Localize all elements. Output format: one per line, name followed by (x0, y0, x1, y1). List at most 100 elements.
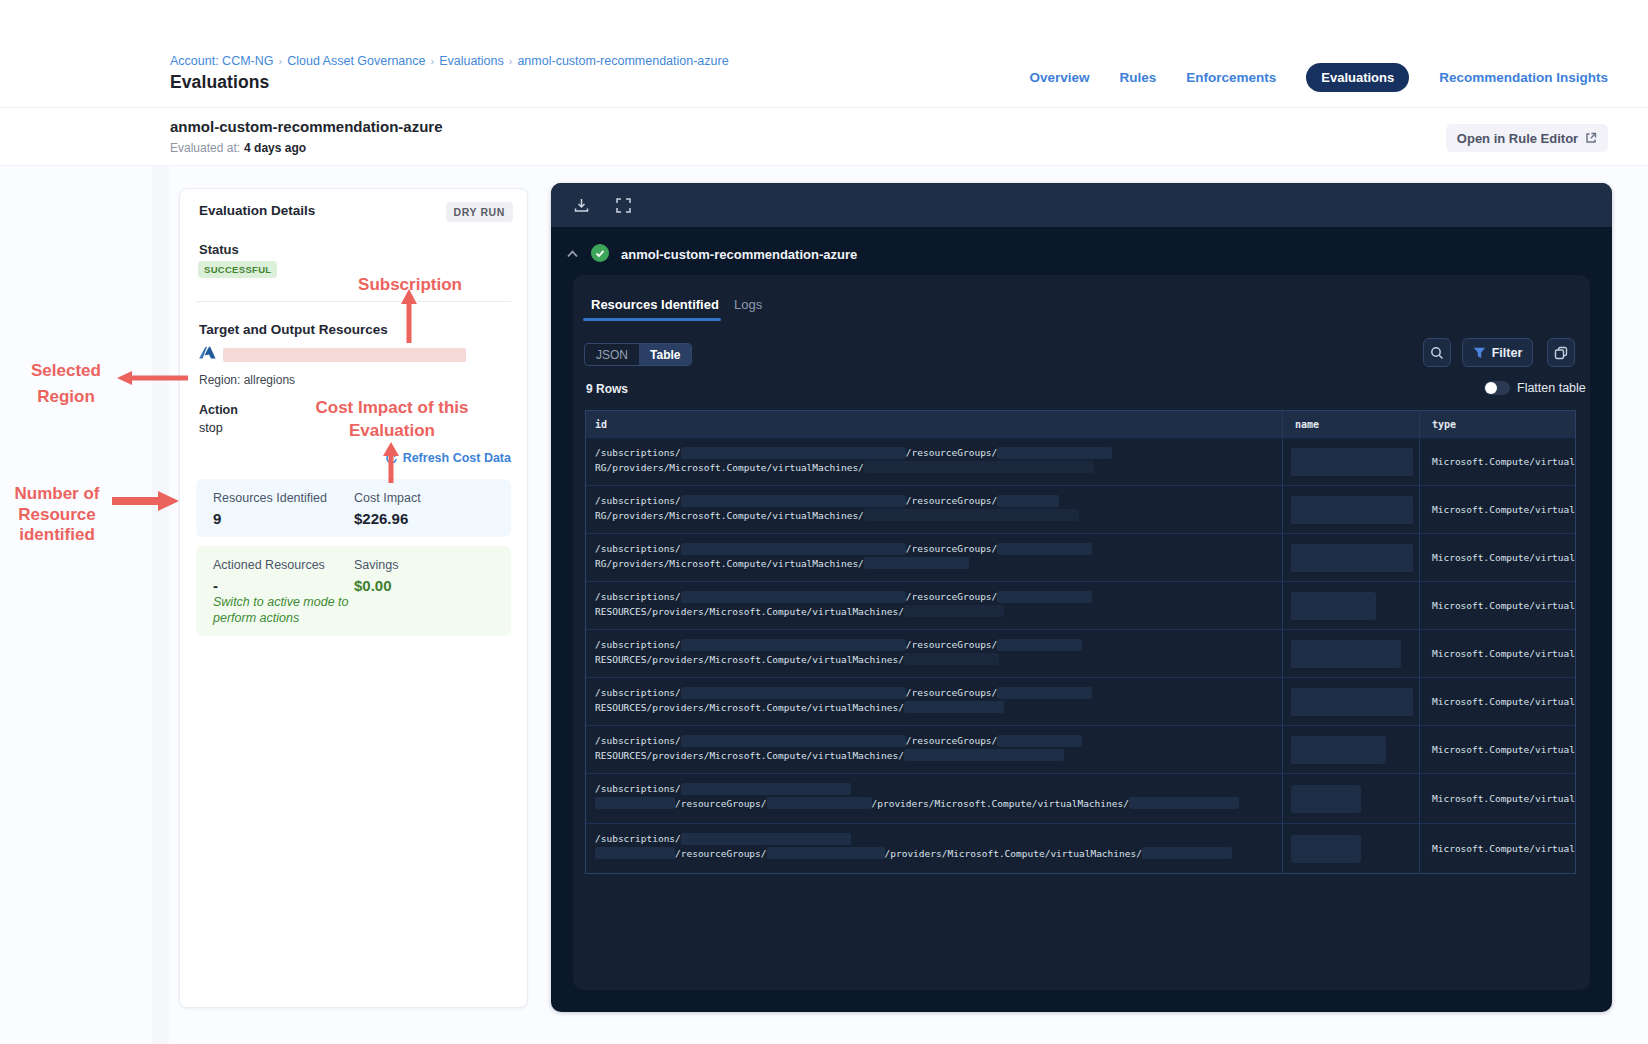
table-row[interactable]: /subscriptions//resourceGroups//provider… (586, 823, 1575, 873)
redacted-segment (904, 605, 1004, 617)
cell-type: Microsoft.Compute/virtualMachines (1419, 678, 1575, 725)
cost-impact-value: $226.96 (354, 510, 421, 527)
resources-identified-value: 9 (213, 510, 327, 527)
cell-name (1282, 582, 1419, 629)
column-header-name[interactable]: name (1282, 411, 1419, 437)
rows-count: 9 Rows (586, 382, 628, 396)
view-json-button[interactable]: JSON (585, 344, 639, 365)
redacted-name (1291, 736, 1386, 764)
download-icon[interactable] (573, 197, 590, 214)
open-rule-editor-button[interactable]: Open in Rule Editor (1446, 124, 1608, 152)
redacted-segment (681, 639, 906, 651)
redacted-segment (997, 591, 1092, 603)
nav-rules[interactable]: Rules (1119, 70, 1156, 85)
redacted-segment (904, 701, 1004, 713)
redacted-segment (595, 847, 675, 859)
flatten-table-toggle[interactable] (1484, 381, 1510, 395)
nav-overview[interactable]: Overview (1029, 70, 1089, 85)
external-link-icon (1585, 132, 1597, 144)
redacted-segment (1129, 797, 1239, 809)
active-mode-note: Switch to active mode toperform actions (213, 594, 348, 626)
results-panel: anmol-custom-recommendation-azure Resour… (551, 183, 1612, 1012)
nav-recommendation-insights[interactable]: Recommendation Insights (1439, 70, 1608, 85)
cell-type: Microsoft.Compute/virtualMachines (1419, 582, 1575, 629)
table-row[interactable]: /subscriptions//resourceGroups/RG/provid… (586, 533, 1575, 581)
search-button[interactable] (1423, 338, 1451, 367)
selected-region-arrow (116, 368, 190, 388)
collapse-chevron-icon[interactable] (566, 249, 579, 259)
redacted-name (1291, 640, 1401, 668)
table-row[interactable]: /subscriptions//resourceGroups/RG/provid… (586, 437, 1575, 485)
breadcrumb-item[interactable]: Account: CCM-NG (170, 54, 274, 68)
cell-name (1282, 534, 1419, 581)
cell-id: /subscriptions//resourceGroups/RG/provid… (586, 534, 1282, 581)
status-label: Status (199, 242, 239, 257)
filter-button[interactable]: Filter (1462, 338, 1533, 367)
evaluation-details-card: Evaluation Details DRY RUN Status SUCCES… (179, 188, 528, 1008)
flatten-table-control: Flatten table (1484, 381, 1586, 395)
actioned-resources-value: - (213, 577, 325, 594)
cell-id: /subscriptions//resourceGroups/RESOURCES… (586, 582, 1282, 629)
top-nav: Overview Rules Enforcements Evaluations Reco… (1029, 60, 1608, 94)
savings-value: $0.00 (354, 577, 398, 594)
search-icon (1430, 346, 1444, 360)
sub-header: anmol-custom-recommendation-azure Evalua… (0, 107, 1648, 166)
expand-icon[interactable] (615, 197, 632, 214)
open-rule-editor-label: Open in Rule Editor (1457, 131, 1578, 146)
page-title: Evaluations (170, 72, 269, 93)
nav-evaluations[interactable]: Evaluations (1306, 63, 1409, 92)
table-row[interactable]: /subscriptions//resourceGroups/RESOURCES… (586, 725, 1575, 773)
table-row[interactable]: /subscriptions//resourceGroups/RESOURCES… (586, 581, 1575, 629)
tab-logs[interactable]: Logs (734, 297, 762, 312)
view-table-button[interactable]: Table (639, 344, 691, 365)
redacted-segment (997, 639, 1082, 651)
active-tab-underline (583, 318, 721, 321)
view-mode-toggle: JSON Table (584, 343, 692, 366)
nav-enforcements[interactable]: Enforcements (1186, 70, 1276, 85)
cell-id: /subscriptions//resourceGroups/RESOURCES… (586, 630, 1282, 677)
breadcrumb-item[interactable]: Cloud Asset Governance (287, 54, 425, 68)
cell-id: /subscriptions//resourceGroups/RG/provid… (586, 438, 1282, 485)
redacted-segment (681, 783, 851, 795)
copy-button[interactable] (1547, 338, 1575, 367)
redacted-segment (997, 543, 1092, 555)
redacted-segment (904, 749, 1064, 761)
cell-id: /subscriptions//resourceGroups/RG/provid… (586, 486, 1282, 533)
tab-resources-identified[interactable]: Resources Identified (591, 297, 719, 312)
table-row[interactable]: /subscriptions//resourceGroups/RESOURCES… (586, 677, 1575, 725)
results-table-header: id name type (586, 411, 1575, 437)
flatten-table-label: Flatten table (1517, 381, 1586, 395)
cell-name (1282, 678, 1419, 725)
redacted-segment (767, 847, 885, 859)
details-card-title: Evaluation Details (199, 203, 315, 218)
column-header-id[interactable]: id (586, 411, 1282, 437)
breadcrumb: Account: CCM-NG›Cloud Asset Governance›E… (170, 54, 729, 68)
table-row[interactable]: /subscriptions//resourceGroups/RESOURCES… (586, 629, 1575, 677)
content-area: Evaluation Details DRY RUN Status SUCCES… (0, 166, 1648, 1044)
table-row[interactable]: /subscriptions//resourceGroups/RG/provid… (586, 485, 1575, 533)
panel-section-title[interactable]: anmol-custom-recommendation-azure (621, 247, 857, 262)
cell-id: /subscriptions//resourceGroups/RESOURCES… (586, 678, 1282, 725)
cell-id: /subscriptions//resourceGroups//provider… (586, 824, 1282, 873)
breadcrumb-separator: › (279, 55, 283, 67)
refresh-cost-data-link[interactable]: Refresh Cost Data (385, 451, 511, 465)
action-value: stop (199, 421, 223, 435)
cost-impact-arrow (381, 441, 401, 491)
redacted-segment (864, 557, 969, 569)
breadcrumb-item[interactable]: Evaluations (439, 54, 504, 68)
cell-name (1282, 774, 1419, 823)
resource-count-arrow (108, 488, 180, 514)
cell-name (1282, 824, 1419, 873)
results-table-body: /subscriptions//resourceGroups/RG/provid… (586, 437, 1575, 873)
redacted-segment (767, 797, 872, 809)
table-row[interactable]: /subscriptions//resourceGroups//provider… (586, 773, 1575, 823)
cell-id: /subscriptions//resourceGroups//provider… (586, 774, 1282, 823)
column-header-type[interactable]: type (1419, 411, 1575, 437)
redacted-segment (681, 543, 906, 555)
redacted-segment (595, 797, 675, 809)
subscription-arrow (399, 288, 419, 350)
breadcrumb-item[interactable]: anmol-custom-recommendation-azure (517, 54, 728, 68)
page: Account: CCM-NG›Cloud Asset Governance›E… (0, 0, 1648, 1044)
cost-impact-label: Cost Impact (354, 491, 421, 505)
redacted-name (1291, 785, 1361, 813)
